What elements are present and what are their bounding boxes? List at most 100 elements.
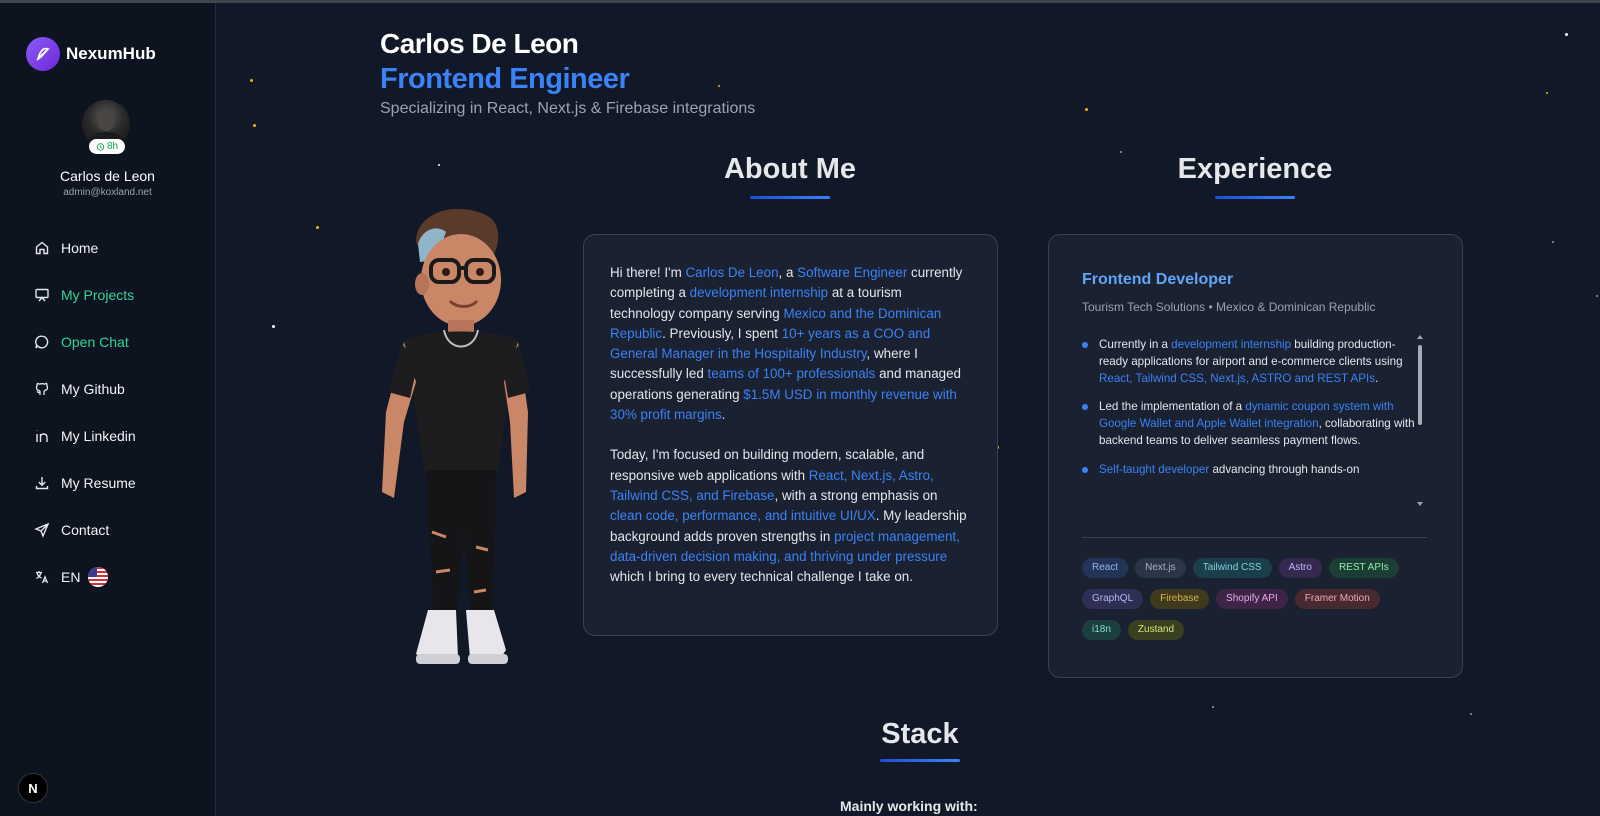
about-card: Hi there! I'm Carlos De Leon, a Software… bbox=[583, 234, 998, 636]
nav-label-my-github: My Github bbox=[61, 380, 125, 397]
bullet-dot-icon bbox=[1082, 342, 1088, 348]
presentation-icon bbox=[33, 286, 51, 304]
bullet-dot-icon bbox=[1082, 466, 1088, 473]
tech-tag: Next.js bbox=[1135, 558, 1186, 578]
experience-highlight: Self-taught developer bbox=[1099, 462, 1210, 476]
window-top-border bbox=[0, 0, 1600, 3]
hero-name: Carlos De Leon bbox=[380, 28, 579, 59]
nav-item-open-chat[interactable]: Open Chat bbox=[33, 318, 136, 365]
brand-logo-icon bbox=[26, 37, 60, 71]
nav-label-my-projects: My Projects bbox=[61, 286, 135, 303]
session-timer-text: 8h bbox=[106, 141, 119, 152]
tech-tag: i18n bbox=[1082, 620, 1121, 640]
nextjs-devtools-badge[interactable]: N bbox=[18, 773, 48, 803]
experience-bullet: Currently in a development internship bu… bbox=[1082, 337, 1422, 387]
job-company: Tourism Tech Solutions • Mexico & Domini… bbox=[1082, 300, 1376, 314]
about-paragraph-2: Today, I'm focused on building modern, s… bbox=[610, 445, 970, 587]
experience-bullets[interactable]: Currently in a development internship bu… bbox=[1082, 337, 1422, 512]
user-name: Carlos de Leon bbox=[60, 168, 155, 184]
stack-title-underline bbox=[880, 759, 960, 762]
nav-item-my-github[interactable]: My Github bbox=[33, 365, 136, 412]
bullet-dot-icon bbox=[1082, 404, 1088, 411]
session-timer-badge: 8h bbox=[89, 139, 125, 154]
tech-tag: Astro bbox=[1278, 558, 1322, 578]
home-icon bbox=[33, 239, 51, 257]
about-highlight: development internship bbox=[689, 285, 829, 301]
hero-role: Frontend Engineer bbox=[380, 63, 630, 95]
user-avatar[interactable]: 8h bbox=[82, 100, 130, 154]
experience-bullet-text: Led the implementation of a dynamic coup… bbox=[1099, 399, 1422, 449]
nav-item-my-resume[interactable]: My Resume bbox=[33, 459, 136, 506]
tech-tag: Shopify API bbox=[1216, 589, 1288, 609]
experience-bullet: Self-taught developer advancing through … bbox=[1082, 462, 1422, 479]
nav-label-home: Home bbox=[61, 239, 99, 256]
about-text: . bbox=[721, 407, 726, 423]
nav-item-my-linkedin[interactable]: My Linkedin bbox=[33, 412, 136, 459]
scroll-thumb[interactable] bbox=[1418, 345, 1422, 425]
tech-tag: REST APIs bbox=[1328, 558, 1399, 578]
stack-section-title: Stack bbox=[881, 718, 959, 750]
nav-item-home[interactable]: Home bbox=[33, 224, 136, 271]
nav-label-my-resume: My Resume bbox=[61, 474, 136, 491]
experience-section-title: Experience bbox=[1177, 153, 1333, 185]
about-highlight: Carlos De Leon bbox=[685, 265, 779, 280]
about-text: Hi there! I'm Carlos De Leon, a Software… bbox=[610, 263, 970, 607]
tech-tags: React Next.js Tailwind CSS Astro REST APIs Gr… bbox=[1082, 557, 1432, 650]
experience-text: Currently in a bbox=[1099, 338, 1172, 351]
about-text: Hi there! I'm bbox=[610, 265, 686, 280]
scroll-up-arrow-icon[interactable] bbox=[1417, 335, 1423, 339]
us-flag-icon bbox=[88, 566, 109, 587]
experience-text: advancing through hands-on bbox=[1209, 462, 1360, 476]
github-icon bbox=[33, 380, 51, 398]
nav-label-my-linkedin: My Linkedin bbox=[61, 427, 136, 444]
sidebar: NexumHub 8h Carlos de Leon admin@koxland… bbox=[0, 3, 216, 816]
experience-title-underline bbox=[1215, 196, 1295, 199]
tech-tag: React bbox=[1082, 558, 1129, 578]
tech-tag: Framer Motion bbox=[1294, 589, 1380, 609]
experience-bullet: Led the implementation of a dynamic coup… bbox=[1082, 399, 1422, 449]
about-text: , with a strong emphasis on bbox=[774, 487, 938, 503]
chat-bubble-icon bbox=[33, 333, 51, 351]
language-label: EN bbox=[61, 568, 81, 585]
download-icon bbox=[33, 474, 51, 492]
nav-label-contact: Contact bbox=[61, 521, 110, 538]
experience-text: Led the implementation of a bbox=[1099, 400, 1246, 414]
about-text: which I bring to every technical challen… bbox=[610, 569, 913, 585]
nav-item-contact[interactable]: Contact bbox=[33, 506, 136, 553]
user-email: admin@koxland.net bbox=[63, 187, 152, 198]
about-highlight: Software Engineer bbox=[797, 265, 908, 280]
experience-scrollbar[interactable] bbox=[1417, 335, 1423, 515]
experience-highlight: React, Tailwind CSS, Next.js, ASTRO and … bbox=[1099, 371, 1375, 385]
about-text: . Previously, I spent bbox=[662, 325, 782, 341]
scroll-down-arrow-icon[interactable] bbox=[1417, 502, 1423, 506]
about-title-underline bbox=[750, 196, 830, 199]
about-section-title: About Me bbox=[723, 153, 857, 185]
about-paragraph-1: Hi there! I'm Carlos De Leon, a Software… bbox=[610, 263, 970, 425]
linkedin-icon bbox=[33, 427, 51, 445]
stack-subtitle: Mainly working with: bbox=[840, 798, 978, 814]
sidebar-nav: Home My Projects Open Chat My Github My … bbox=[33, 224, 136, 600]
alarm-clock-icon bbox=[96, 143, 105, 151]
brand-name: NexumHub bbox=[66, 44, 156, 63]
translate-icon bbox=[33, 568, 51, 586]
language-switcher[interactable]: EN bbox=[33, 553, 136, 600]
experience-text: . bbox=[1375, 371, 1379, 385]
job-title: Frontend Developer bbox=[1082, 271, 1234, 288]
nav-item-my-projects[interactable]: My Projects bbox=[33, 271, 136, 318]
experience-divider bbox=[1082, 537, 1427, 538]
experience-bullet-text: Self-taught developer advancing through … bbox=[1099, 462, 1359, 479]
about-highlight: clean code, performance, and intuitive U… bbox=[610, 508, 876, 524]
tech-tag: Zustand bbox=[1127, 620, 1185, 640]
experience-card: Frontend Developer Tourism Tech Solution… bbox=[1048, 234, 1463, 678]
about-text: , a bbox=[778, 265, 798, 280]
experience-bullet-text: Currently in a development internship bu… bbox=[1099, 337, 1422, 387]
nav-label-open-chat: Open Chat bbox=[61, 333, 129, 350]
experience-highlight: development internship bbox=[1171, 338, 1292, 351]
brand[interactable]: NexumHub bbox=[26, 37, 156, 71]
tech-tag: Tailwind CSS bbox=[1192, 558, 1272, 578]
send-icon bbox=[33, 521, 51, 539]
tech-tag: GraphQL bbox=[1082, 589, 1144, 609]
tech-tag: Firebase bbox=[1150, 589, 1210, 609]
avatar-illustration bbox=[376, 202, 536, 682]
hero-subtitle: Specializing in React, Next.js & Firebas… bbox=[380, 100, 756, 117]
